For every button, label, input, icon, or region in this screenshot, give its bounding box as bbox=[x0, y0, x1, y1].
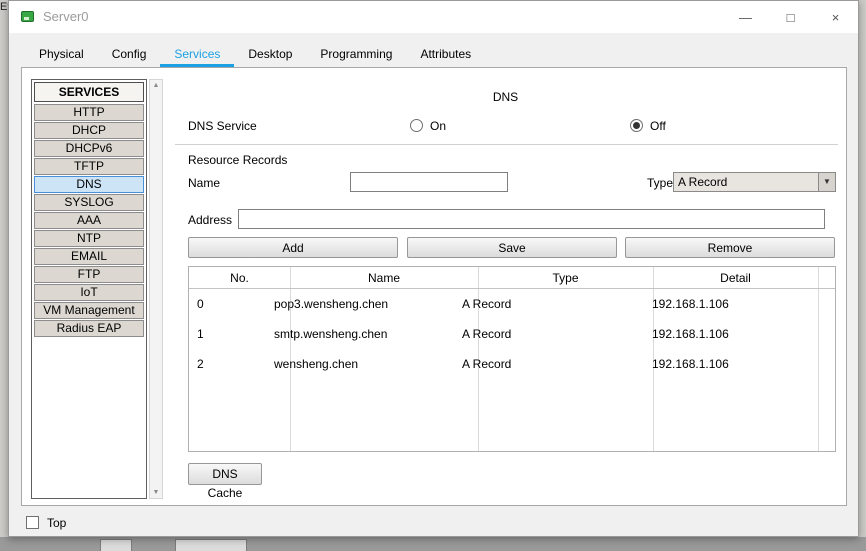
name-label: Name bbox=[188, 176, 221, 190]
cell-detail: 192.168.1.106 bbox=[652, 357, 729, 371]
tab-desktop[interactable]: Desktop bbox=[234, 43, 306, 67]
section-divider bbox=[175, 144, 838, 145]
background-window-fragment bbox=[175, 539, 247, 551]
sidebar-item-radius-eap[interactable]: Radius EAP bbox=[34, 320, 144, 337]
sidebar-item-dhcp[interactable]: DHCP bbox=[34, 122, 144, 139]
column-header-type: Type bbox=[552, 271, 579, 285]
tab-bar: Physical Config Services Desktop Program… bbox=[25, 43, 485, 67]
column-header-no: No. bbox=[230, 271, 249, 285]
type-select[interactable]: A Record ▼ bbox=[673, 172, 836, 192]
cell-name: pop3.wensheng.chen bbox=[274, 297, 389, 311]
dns-service-label: DNS Service bbox=[188, 119, 257, 133]
services-sidebar: SERVICES HTTP DHCP DHCPv6 TFTP DNS SYSLO… bbox=[31, 79, 147, 499]
cell-name: smtp.wensheng.chen bbox=[274, 327, 388, 341]
type-select-value: A Record bbox=[678, 175, 728, 189]
column-header-name: Name bbox=[367, 271, 400, 285]
add-button[interactable]: Add bbox=[188, 237, 398, 258]
chevron-down-icon: ▼ bbox=[818, 173, 835, 191]
cell-detail: 192.168.1.106 bbox=[652, 327, 729, 341]
cell-name: wensheng.chen bbox=[274, 357, 359, 371]
sidebar-item-iot[interactable]: IoT bbox=[34, 284, 144, 301]
scroll-up-icon[interactable]: ▲ bbox=[150, 82, 162, 89]
sidebar-item-dhcpv6[interactable]: DHCPv6 bbox=[34, 140, 144, 157]
close-button[interactable]: × bbox=[813, 1, 858, 33]
cell-no: 2 bbox=[197, 357, 204, 371]
column-header-detail: Detail bbox=[720, 271, 751, 285]
address-label: Address bbox=[188, 213, 233, 227]
dns-on-radio[interactable] bbox=[410, 119, 423, 132]
minimize-button[interactable]: — bbox=[723, 1, 768, 33]
table-row[interactable]: 1 smtp.wensheng.chen A Record 192.168.1.… bbox=[189, 319, 835, 349]
resource-records-label: Resource Records bbox=[188, 153, 288, 167]
resource-records-table: No. Name Type Detail 0 pop3.wensheng.che… bbox=[188, 266, 836, 452]
server0-window: Server0 — □ × Physical Config Services D… bbox=[8, 0, 859, 537]
sidebar-item-ftp[interactable]: FTP bbox=[34, 266, 144, 283]
maximize-button[interactable]: □ bbox=[768, 1, 813, 33]
tab-programming[interactable]: Programming bbox=[306, 43, 406, 67]
tab-services[interactable]: Services bbox=[160, 43, 235, 67]
dns-panel-title: DNS bbox=[492, 90, 519, 104]
sidebar-item-email[interactable]: EMAIL bbox=[34, 248, 144, 265]
cell-type: A Record bbox=[462, 327, 512, 341]
sidebar-item-aaa[interactable]: AAA bbox=[34, 212, 144, 229]
remove-button[interactable]: Remove bbox=[625, 237, 835, 258]
dns-off-radio[interactable] bbox=[630, 119, 643, 132]
titlebar: Server0 — □ × bbox=[9, 1, 858, 33]
dns-on-label: On bbox=[430, 119, 447, 133]
cell-type: A Record bbox=[462, 297, 512, 311]
sidebar-item-http[interactable]: HTTP bbox=[34, 104, 144, 121]
tab-physical[interactable]: Physical bbox=[25, 43, 98, 67]
window-title: Server0 bbox=[43, 9, 89, 24]
save-button[interactable]: Save bbox=[407, 237, 617, 258]
packet-tracer-device-icon bbox=[20, 9, 36, 24]
services-sidebar-header: SERVICES bbox=[34, 82, 144, 102]
sidebar-item-syslog[interactable]: SYSLOG bbox=[34, 194, 144, 211]
services-tab-content: SERVICES HTTP DHCP DHCPv6 TFTP DNS SYSLO… bbox=[21, 67, 847, 506]
sidebar-item-tftp[interactable]: TFTP bbox=[34, 158, 144, 175]
cell-no: 1 bbox=[197, 327, 204, 341]
top-checkbox-label: Top bbox=[47, 516, 67, 530]
sidebar-scrollbar[interactable]: ▲ ▼ bbox=[149, 79, 163, 499]
sidebar-item-dns[interactable]: DNS bbox=[34, 176, 144, 193]
background-window-fragment bbox=[100, 539, 132, 551]
cell-detail: 192.168.1.106 bbox=[652, 297, 729, 311]
address-input[interactable] bbox=[238, 209, 825, 229]
scroll-down-icon[interactable]: ▼ bbox=[150, 489, 162, 496]
table-row[interactable]: 0 pop3.wensheng.chen A Record 192.168.1.… bbox=[189, 289, 835, 319]
name-input[interactable] bbox=[350, 172, 508, 192]
dns-off-label: Off bbox=[650, 119, 666, 133]
table-header-row: No. Name Type Detail bbox=[189, 267, 835, 289]
sidebar-item-ntp[interactable]: NTP bbox=[34, 230, 144, 247]
tab-attributes[interactable]: Attributes bbox=[406, 43, 485, 67]
top-checkbox[interactable] bbox=[26, 516, 39, 529]
cell-no: 0 bbox=[197, 297, 204, 311]
table-row[interactable]: 2 wensheng.chen A Record 192.168.1.106 bbox=[189, 349, 835, 379]
sidebar-item-vm-management[interactable]: VM Management bbox=[34, 302, 144, 319]
dns-cache-button[interactable]: DNS Cache bbox=[188, 463, 262, 500]
tab-config[interactable]: Config bbox=[98, 43, 161, 67]
cell-type: A Record bbox=[462, 357, 512, 371]
type-label: Type bbox=[647, 176, 674, 190]
